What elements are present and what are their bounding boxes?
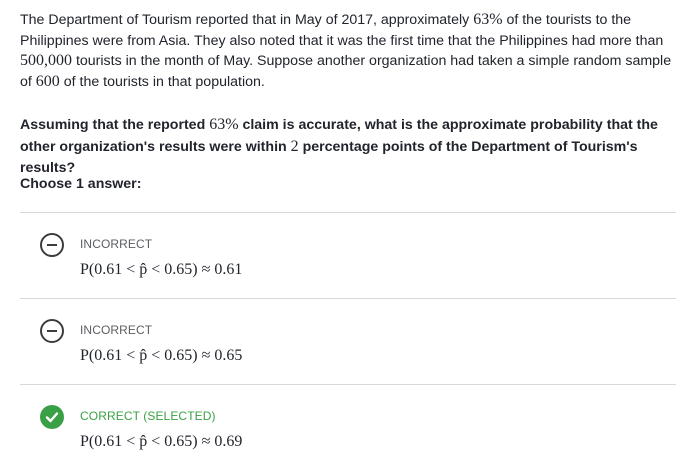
checkmark-circle-icon: [40, 405, 64, 429]
answer-choice-1[interactable]: INCORRECT P(0.61 < p̂ < 0.65) ≈ 0.61: [20, 213, 676, 299]
question-math-percent: 63%: [209, 116, 239, 133]
choice-status: INCORRECT: [80, 237, 153, 251]
answer-choice-2[interactable]: INCORRECT P(0.61 < p̂ < 0.65) ≈ 0.65: [20, 299, 676, 385]
passage-math-percent: 63%: [473, 11, 503, 28]
answer-choice-3[interactable]: CORRECT (SELECTED) P(0.61 < p̂ < 0.65) ≈…: [20, 385, 676, 471]
choice-answer: P(0.61 < p̂ < 0.65) ≈ 0.65: [80, 347, 243, 364]
minus-circle-icon: [40, 233, 64, 257]
choice-status: CORRECT (SELECTED): [80, 409, 216, 423]
choice-answer: P(0.61 < p̂ < 0.65) ≈ 0.61: [80, 261, 243, 278]
choose-label: Choose 1 answer:: [20, 176, 142, 192]
exercise-page: The Department of Tourism reported that …: [0, 0, 696, 464]
passage-text: of the tourists in that population.: [59, 73, 265, 90]
question-math-points: 2: [290, 138, 299, 155]
choice-status: INCORRECT: [80, 323, 153, 337]
question-prompt: Assuming that the reported 63% claim is …: [20, 114, 682, 179]
passage-math-count: 500,000: [20, 52, 72, 69]
question-text: Assuming that the reported: [20, 117, 210, 133]
checkmark-icon: [45, 412, 59, 423]
passage-text: The Department of Tourism reported that …: [20, 12, 474, 28]
minus-circle-icon: [40, 319, 64, 343]
choice-answer: P(0.61 < p̂ < 0.65) ≈ 0.69: [80, 433, 243, 450]
problem-passage: The Department of Tourism reported that …: [20, 10, 682, 92]
passage-math-sample: 600: [35, 72, 60, 90]
